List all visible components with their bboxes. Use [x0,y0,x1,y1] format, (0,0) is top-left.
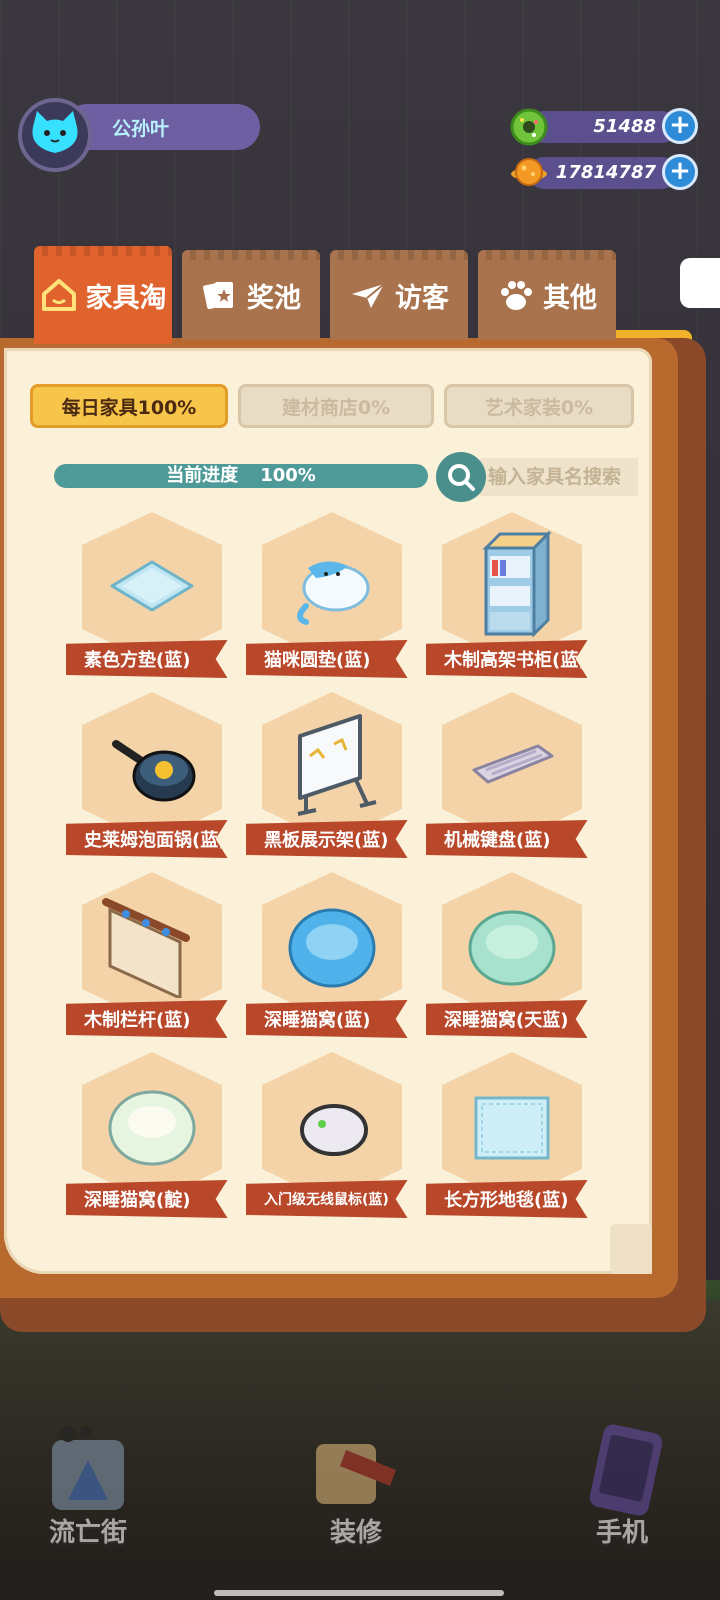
item-label: 木制高架书柜(蓝) [426,640,588,678]
progress-value: 100% [260,465,316,486]
furniture-item[interactable]: 长方形地毯(蓝) [426,1052,596,1222]
progress-label: 当前进度 [166,465,239,486]
furniture-item[interactable]: 木制高架书柜(蓝) [426,512,596,682]
furniture-item[interactable]: 史莱姆泡面锅(蓝) [66,692,236,862]
tab-visitors[interactable]: 访客 [330,250,468,340]
house-icon [41,279,76,311]
side-share-button[interactable] [680,258,720,308]
square-cushion-icon [110,560,194,612]
nav-exile-street[interactable]: 流亡街 [28,1420,148,1560]
tab-label: 家具淘 [85,282,167,314]
nav-phone[interactable]: 手机 [562,1420,682,1560]
name-pill: 公孙叶 [64,104,260,150]
blue-cat-bed-icon [288,908,376,988]
item-label: 黑板展示架(蓝) [246,820,408,858]
currency-donut: 51488 + [510,108,698,146]
furniture-item[interactable]: 深睡猫窝(天蓝) [426,872,596,1042]
search-input[interactable] [480,458,638,496]
paper-plane-icon [352,283,385,308]
keyboard-icon [472,744,554,784]
home-indicator[interactable] [214,1590,504,1596]
currency-value: 17814787 [555,162,656,183]
item-label: 深睡猫窝(蓝) [246,1000,408,1038]
nav-label: 流亡街 [48,1518,127,1548]
indigo-cat-bed-icon [108,1090,196,1166]
tab-furniture[interactable]: 家具淘 [34,246,172,344]
green-donut-coin-icon [510,108,548,146]
cat-face-icon [32,111,78,153]
furniture-item[interactable]: 机械键盘(蓝) [426,692,596,862]
search-button[interactable] [436,452,486,502]
tab-prize-pool[interactable]: 奖池 [182,250,320,340]
tab-label: 访客 [395,282,449,314]
cat-cushion-icon [297,561,370,625]
subtab-building-store[interactable]: 建材商店0% [238,384,434,428]
frying-pan-icon [112,740,196,802]
item-label: 史莱姆泡面锅(蓝) [66,820,228,858]
item-label: 长方形地毯(蓝) [426,1180,588,1218]
tab-label: 奖池 [247,282,301,314]
currency-value: 51488 [593,116,656,137]
decorate-icon [316,1444,396,1504]
furniture-item[interactable]: 入门级无线鼠标(蓝) [246,1052,416,1222]
subtab-art-decoration[interactable]: 艺术家装0% [444,384,634,428]
subtab-daily-furniture[interactable]: 每日家具100% [30,384,228,428]
nav-label: 手机 [595,1518,648,1548]
furniture-item[interactable]: 猫咪圆垫(蓝) [246,512,416,682]
progress-text: 当前进度 100% [54,464,428,488]
avatar[interactable] [18,98,92,172]
furniture-item[interactable]: 深睡猫窝(靛) [66,1052,236,1222]
wireless-mouse-icon [300,1104,368,1156]
sky-blue-cat-bed-icon [468,910,556,986]
blackboard-icon [297,714,377,816]
currency-planet: 17814787 + [510,154,698,192]
nav-label: 装修 [329,1518,382,1548]
furniture-item[interactable]: 素色方垫(蓝) [66,512,236,682]
wooden-railing-icon [102,898,190,998]
item-label: 素色方垫(蓝) [66,640,228,678]
phone-icon [589,1424,663,1516]
tab-label: 其他 [543,282,597,314]
nav-decorate[interactable]: 装修 [296,1420,416,1560]
search-icon [448,464,475,491]
item-label: 入门级无线鼠标(蓝) [246,1180,408,1218]
page-fold [610,1224,652,1274]
player-name: 公孙叶 [112,118,170,140]
furniture-item[interactable]: 深睡猫窝(蓝) [246,872,416,1042]
card-icon [203,282,233,310]
add-currency-button[interactable]: + [662,108,698,144]
add-currency-button[interactable]: + [662,154,698,190]
orange-planet-coin-icon [511,158,547,186]
item-label: 机械键盘(蓝) [426,820,588,858]
street-icon [52,1426,124,1510]
rectangle-rug-icon [474,1096,550,1160]
item-label: 深睡猫窝(天蓝) [426,1000,588,1038]
item-label: 深睡猫窝(靛) [66,1180,228,1218]
furniture-item[interactable]: 木制栏杆(蓝) [66,872,236,1042]
item-label: 木制栏杆(蓝) [66,1000,228,1038]
item-label: 猫咪圆垫(蓝) [246,640,408,678]
tab-other[interactable]: 其他 [478,250,616,340]
furniture-item[interactable]: 黑板展示架(蓝) [246,692,416,862]
paw-icon [501,281,532,310]
bookshelf-icon [482,530,552,638]
